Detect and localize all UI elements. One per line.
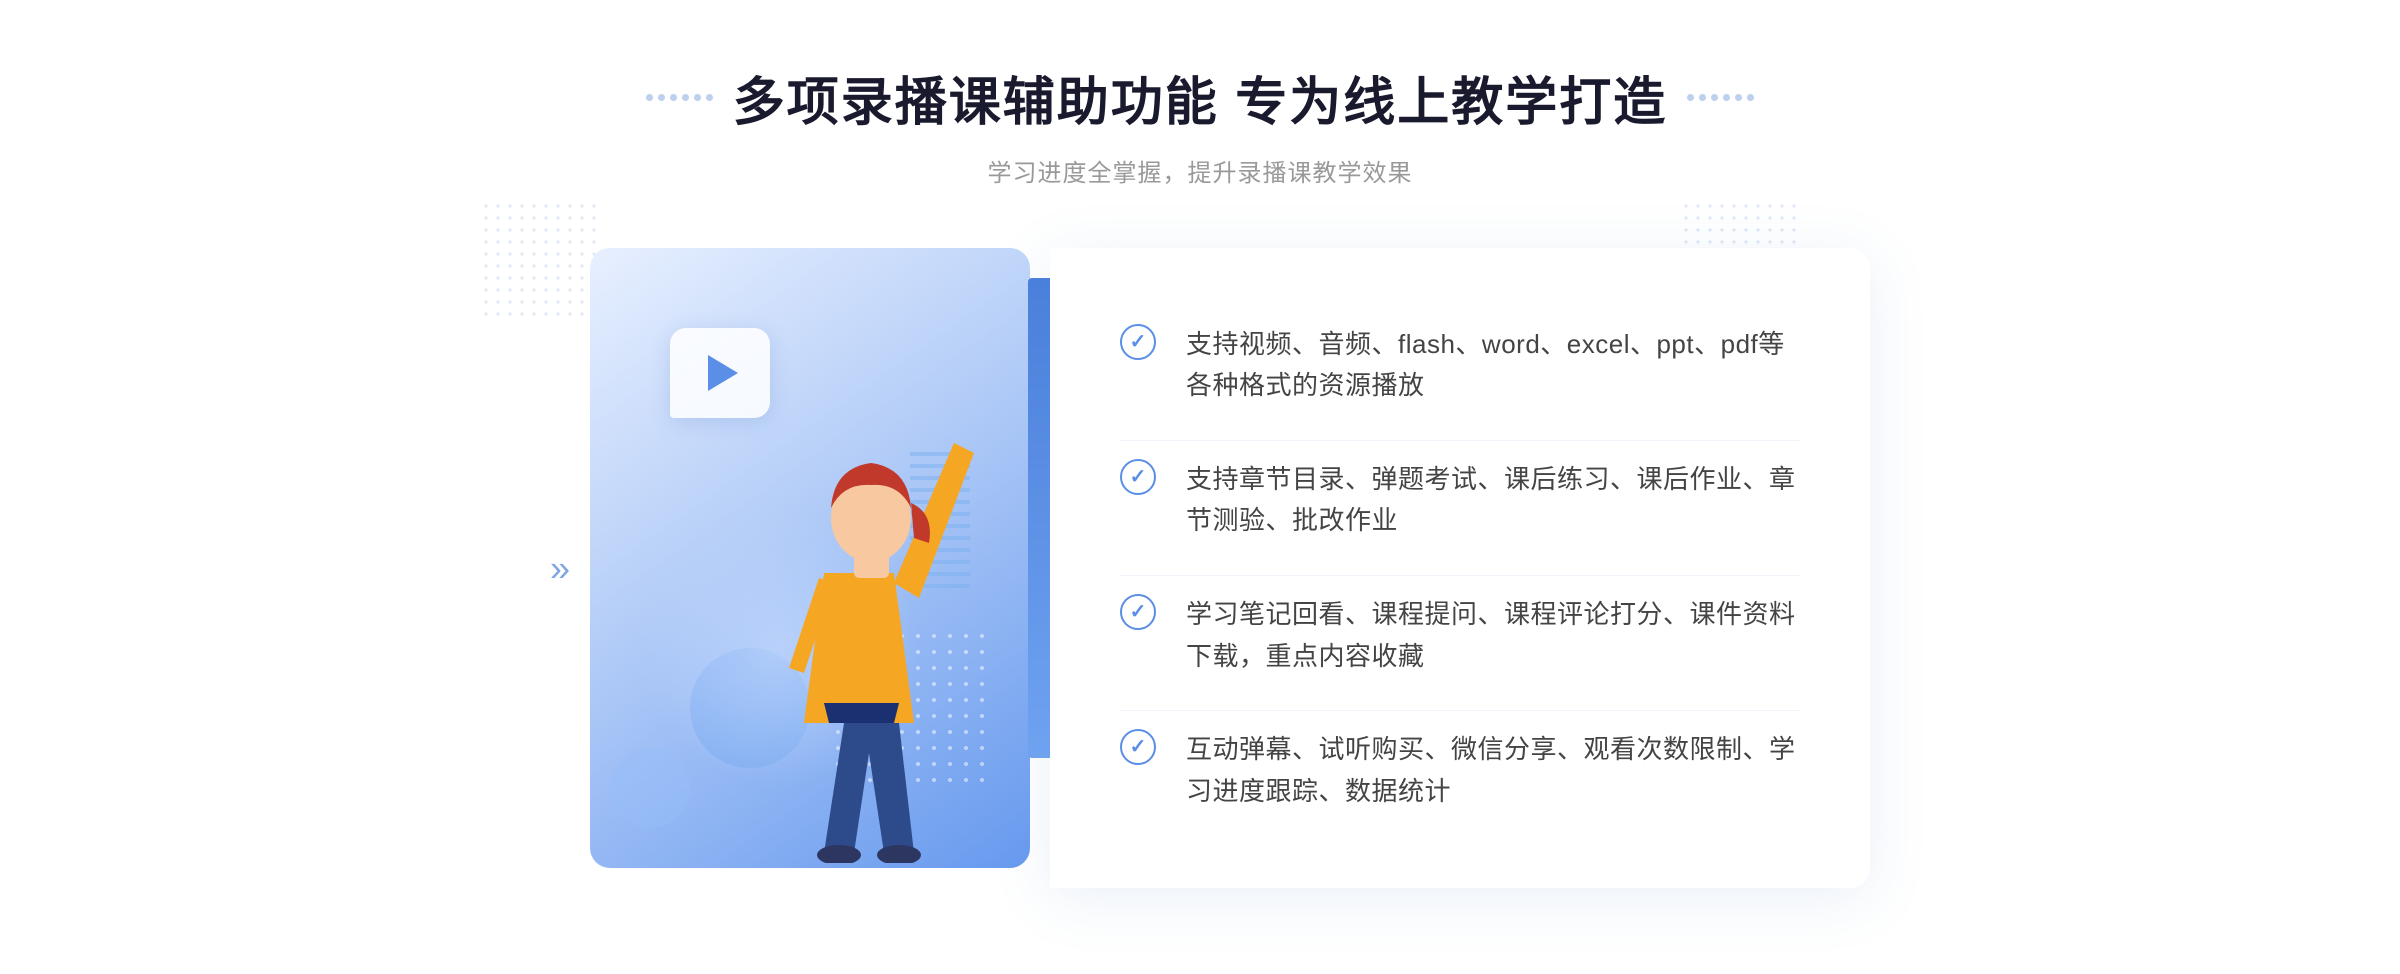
- title-dot-7: [1687, 94, 1694, 101]
- title-dot-6: [706, 94, 713, 101]
- title-dot-11: [1735, 94, 1742, 101]
- check-mark-3: ✓: [1130, 602, 1147, 622]
- title-dot-12: [1747, 94, 1754, 101]
- header-section: 多项录播课辅助功能 专为线上教学打造 学习进度全掌握，提升录播课教学效果: [646, 60, 1754, 188]
- feature-item-1: ✓ 支持视频、音频、flash、word、excel、ppt、pdf等各种格式的…: [1120, 306, 1800, 425]
- page-subtitle: 学习进度全掌握，提升录播课教学效果: [646, 153, 1754, 188]
- circle-decoration-2: [610, 748, 690, 828]
- illustration-background: [590, 248, 1030, 868]
- check-circle-3: ✓: [1120, 594, 1156, 630]
- feature-item-3: ✓ 学习笔记回看、课程提问、课程评论打分、课件资料下载，重点内容收藏: [1120, 575, 1800, 695]
- chevrons-left: »: [550, 546, 570, 589]
- feature-text-4: 互动弹幕、试听购买、微信分享、观看次数限制、学习进度跟踪、数据统计: [1186, 729, 1800, 812]
- feature-item-2: ✓ 支持章节目录、弹题考试、课后练习、课后作业、章节测验、批改作业: [1120, 440, 1800, 560]
- chevron-icon: »: [550, 546, 570, 589]
- title-dot-10: [1723, 94, 1730, 101]
- title-dot-3: [670, 94, 677, 101]
- check-circle-1: ✓: [1120, 324, 1156, 360]
- check-mark-2: ✓: [1130, 467, 1147, 487]
- title-decoration-left: [646, 94, 713, 101]
- feature-text-1: 支持视频、音频、flash、word、excel、ppt、pdf等各种格式的资源…: [1186, 324, 1800, 407]
- title-dot-4: [682, 94, 689, 101]
- illustration-container: »: [530, 228, 1050, 908]
- content-panel: ✓ 支持视频、音频、flash、word、excel、ppt、pdf等各种格式的…: [1050, 248, 1870, 888]
- title-decoration-right: [1687, 94, 1754, 101]
- check-mark-1: ✓: [1130, 332, 1147, 352]
- person-illustration: [714, 323, 1030, 868]
- main-content: »: [500, 228, 1900, 908]
- blue-vertical-bar: [1028, 278, 1050, 758]
- title-dot-2: [658, 94, 665, 101]
- check-circle-2: ✓: [1120, 459, 1156, 495]
- feature-item-4: ✓ 互动弹幕、试听购买、微信分享、观看次数限制、学习进度跟踪、数据统计: [1120, 710, 1800, 830]
- title-dot-8: [1699, 94, 1706, 101]
- check-mark-4: ✓: [1130, 737, 1147, 757]
- feature-text-3: 学习笔记回看、课程提问、课程评论打分、课件资料下载，重点内容收藏: [1186, 594, 1800, 677]
- title-dot-9: [1711, 94, 1718, 101]
- title-dot-1: [646, 94, 653, 101]
- main-title: 多项录播课辅助功能 专为线上教学打造: [733, 60, 1667, 135]
- page-container: 多项录播课辅助功能 专为线上教学打造 学习进度全掌握，提升录播课教学效果 »: [0, 0, 2400, 974]
- check-circle-4: ✓: [1120, 729, 1156, 765]
- feature-text-2: 支持章节目录、弹题考试、课后练习、课后作业、章节测验、批改作业: [1186, 459, 1800, 542]
- title-row: 多项录播课辅助功能 专为线上教学打造: [646, 60, 1754, 135]
- title-dot-5: [694, 94, 701, 101]
